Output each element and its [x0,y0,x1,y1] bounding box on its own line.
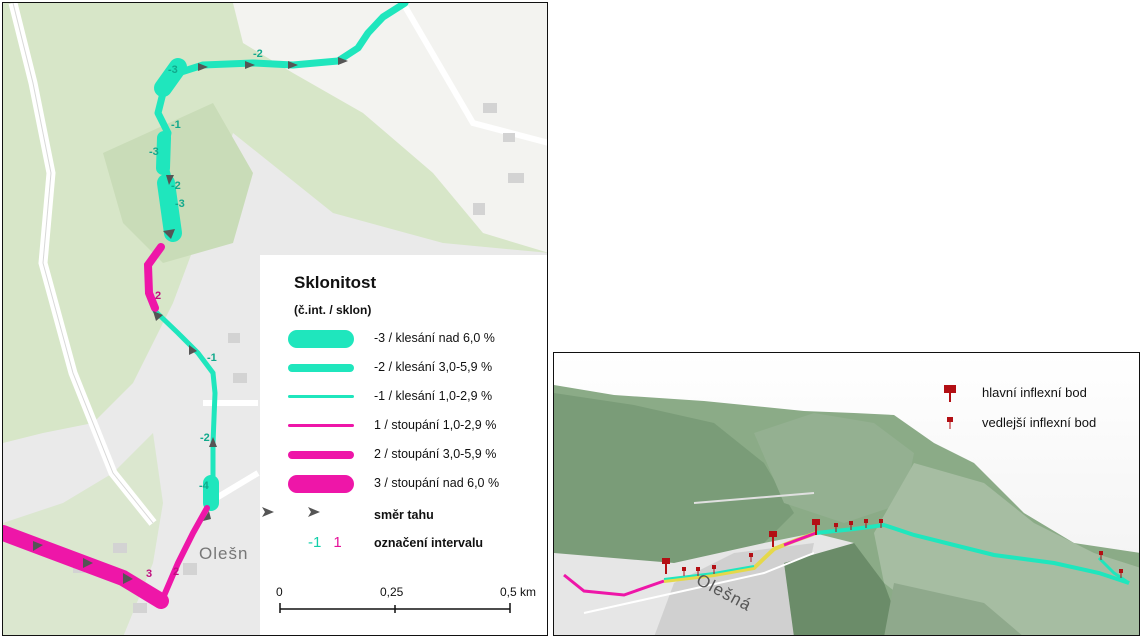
legend-label: 3 / stoupání nad 6,0 % [374,476,500,490]
interval-sample: -1 1 [308,534,342,551]
legend-label: -1 / klesání 1,0-2,9 % [374,389,493,403]
interval-sample-positive: 1 [333,534,342,551]
legend-title: Sklonitost [294,273,377,292]
legend-swatch [288,330,354,348]
interval-label: 2 [155,290,161,302]
street-name: Olešn [199,544,248,563]
legend-swatch [288,364,354,372]
legend: Sklonitost (č.int. / sklon) -3 / klesání… [260,255,547,635]
legend-swatch [288,475,354,493]
legend-item-ascent-3: 3 / stoupání nad 6,0 % [260,473,547,495]
inflection-legend: hlavní inflexní bod vedlejší inflexní bo… [942,383,1137,443]
legend-item-descent-1: -1 / klesání 1,0-2,9 % [260,386,547,408]
interval-label: -3 [149,146,159,158]
legend-item-descent-2: -2 / klesání 3,0-5,9 % [260,357,547,379]
legend-item-interval: -1 1 označení intervalu [260,533,547,555]
route-descent-steep [156,131,171,175]
interval-label: -4 [199,480,210,492]
direction-arrow-icon [262,507,320,517]
main-pin-icon [944,385,956,402]
legend-subtitle: (č.int. / sklon) [294,303,372,317]
interval-label: -2 [171,180,181,192]
interval-label: -2 [253,48,263,60]
legend-label: 1 / stoupání 1,0-2,9 % [374,418,497,432]
secondary-pin-icon [947,417,953,429]
legend-item-direction: směr tahu [260,505,547,527]
legend-item-ascent-1: 1 / stoupání 1,0-2,9 % [260,415,547,437]
legend-item-ascent-2: 2 / stoupání 3,0-5,9 % [260,444,547,466]
route-descent [152,308,218,486]
slope-map[interactable]: -2 -3 -1 -3 -2 -3 2 -1 -2 -4 2 3 Olešn S… [2,2,548,636]
legend-swatch [288,451,354,459]
scale-bar: 0 0,25 0,5 km [260,575,547,635]
interval-label: -2 [200,432,210,444]
interval-label: -3 [175,198,185,210]
legend-swatch [288,395,354,398]
legend-label: označení intervalu [374,536,484,550]
interval-label: -1 [171,119,181,131]
legend-label: -3 / klesání nad 6,0 % [374,331,495,345]
interval-label: -1 [207,352,217,364]
terrain-3d-view[interactable]: Olešná hlavní inflexní bod vedlejší infl… [553,352,1140,636]
interval-label: -3 [168,64,178,76]
legend-label: -2 / klesání 3,0-5,9 % [374,360,493,374]
interval-label: 3 [146,568,152,580]
interval-label: 2 [173,566,179,578]
interval-sample-negative: -1 [308,534,322,551]
legend-label: vedlejší inflexní bod [982,415,1097,430]
legend-swatch [288,424,354,427]
legend-label: hlavní inflexní bod [982,385,1087,400]
legend-label: směr tahu [374,508,434,522]
legend-item-main-inflection: hlavní inflexní bod [942,383,1137,405]
legend-label: 2 / stoupání 3,0-5,9 % [374,447,497,461]
legend-item-secondary-inflection: vedlejší inflexní bod [942,413,1137,435]
legend-item-descent-3: -3 / klesání nad 6,0 % [260,328,547,350]
scale-bar-graphic [279,603,511,613]
